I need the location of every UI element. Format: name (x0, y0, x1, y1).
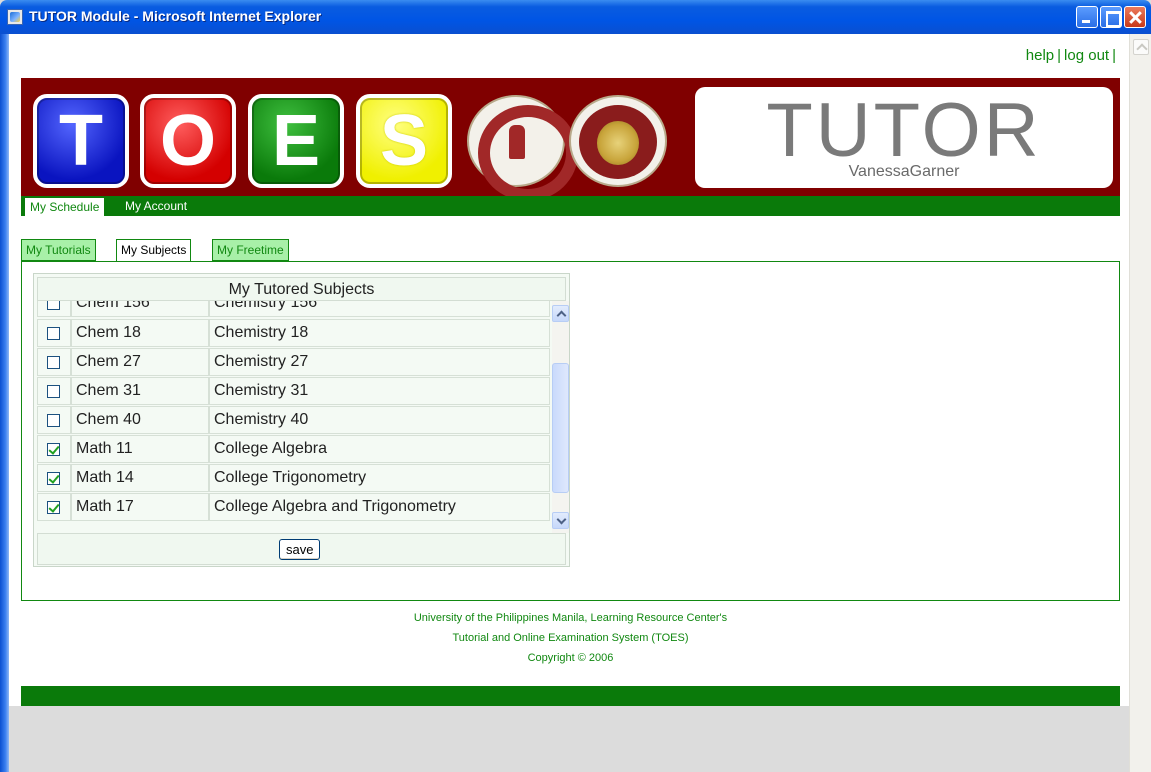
subject-checkbox[interactable] (47, 356, 60, 369)
scroll-up-arrow-icon[interactable] (1133, 39, 1149, 55)
ie-icon (7, 9, 23, 25)
subject-name: College Trigonometry (209, 464, 550, 492)
subject-name: Chemistry 31 (209, 377, 550, 405)
window-title-bar[interactable]: TUTOR Module - Microsoft Internet Explor… (0, 0, 1151, 34)
table-row: Chem 27 Chemistry 27 (37, 348, 550, 377)
logout-link[interactable]: log out (1064, 47, 1109, 64)
nav-tab-my-schedule[interactable]: My Schedule (25, 198, 105, 216)
subject-name: Chemistry 18 (209, 319, 550, 347)
top-links: help | log out | (1026, 47, 1119, 64)
checkbox-cell (37, 493, 71, 521)
logo-letter-s: S (379, 101, 429, 181)
logo-letter-e: E (271, 101, 321, 181)
subject-code: Chem 40 (71, 406, 209, 434)
checkbox-cell (37, 377, 71, 405)
subject-checkbox[interactable] (47, 327, 60, 340)
footer: University of the Philippines Manila, Le… (21, 608, 1120, 668)
table-title: My Tutored Subjects (37, 277, 566, 301)
link-separator-trailing: | (1112, 47, 1116, 64)
footer-line-1: University of the Philippines Manila, Le… (413, 612, 728, 624)
checkbox-cell (37, 348, 71, 376)
subject-code: Chem 18 (71, 319, 209, 347)
subject-checkbox[interactable] (47, 414, 60, 427)
table-row: Chem 31 Chemistry 31 (37, 377, 550, 406)
up-manila-seal (569, 95, 667, 187)
subjects-list[interactable]: Chem 156 Chemistry 156 Chem 18 Chemistry… (37, 301, 550, 533)
checkbox-cell (37, 301, 71, 317)
link-separator: | (1057, 47, 1062, 64)
footer-bar (21, 686, 1120, 706)
subject-name: Chemistry 27 (209, 348, 550, 376)
subject-name: College Algebra (209, 435, 550, 463)
subject-checkbox[interactable] (47, 443, 60, 456)
subject-code: Math 14 (71, 464, 209, 492)
close-button[interactable] (1124, 6, 1146, 28)
table-row: Math 14 College Trigonometry (37, 464, 550, 493)
subjects-scrollbar[interactable] (552, 301, 569, 533)
tutored-subjects-table: My Tutored Subjects Chem 156 Chemistry 1… (33, 273, 570, 567)
scroll-thumb[interactable] (552, 363, 569, 493)
window-title: TUTOR Module - Microsoft Internet Explor… (29, 8, 322, 24)
checkbox-cell (37, 464, 71, 492)
checkbox-cell (37, 319, 71, 347)
logo-tile-o: O (140, 94, 236, 188)
subject-checkbox[interactable] (47, 472, 60, 485)
footer-line-2: Tutorial and Online Examination System (… (452, 632, 689, 644)
logo-letter-t: T (59, 101, 103, 181)
tab-my-freetime[interactable]: My Freetime (212, 239, 289, 261)
subject-name: Chemistry 40 (209, 406, 550, 434)
module-title: TUTOR (766, 88, 1042, 173)
subject-code: Chem 156 (71, 301, 209, 317)
checkbox-cell (37, 406, 71, 434)
table-row: Math 11 College Algebra (37, 435, 550, 464)
table-row: Chem 156 Chemistry 156 (37, 301, 550, 318)
subject-code: Math 17 (71, 493, 209, 521)
save-button[interactable]: save (279, 539, 321, 560)
nav-tab-my-account[interactable]: My Account (121, 198, 191, 216)
page-bottom-area (9, 706, 1129, 772)
user-name: VanessaGarner (848, 163, 960, 180)
subject-checkbox[interactable] (47, 501, 60, 514)
table-row: Chem 18 Chemistry 18 (37, 319, 550, 348)
page-content: help | log out | T O E S TUTOR VanessaGarne… (9, 34, 1129, 772)
maximize-button[interactable] (1100, 6, 1122, 28)
learning-resource-center-seal (467, 95, 578, 201)
table-row: Math 17 College Algebra and Trigonometry (37, 493, 550, 522)
tab-my-subjects[interactable]: My Subjects (116, 239, 192, 262)
logo-tile-e: E (248, 94, 344, 188)
page-scrollbar[interactable] (1129, 34, 1151, 772)
help-link[interactable]: help (1026, 47, 1054, 64)
window-left-frame (0, 34, 9, 772)
save-bar: save (37, 533, 566, 565)
subject-name: Chemistry 156 (209, 301, 550, 317)
scroll-down-arrow-icon[interactable] (552, 512, 569, 529)
scroll-up-arrow-icon[interactable] (552, 305, 569, 322)
tab-my-tutorials[interactable]: My Tutorials (21, 239, 96, 261)
subject-code: Chem 27 (71, 348, 209, 376)
subject-code: Chem 31 (71, 377, 209, 405)
subject-checkbox[interactable] (47, 385, 60, 398)
logo-letter-o: O (159, 101, 216, 181)
minimize-button[interactable] (1076, 6, 1098, 28)
footer-copyright: Copyright © 2006 (527, 652, 614, 664)
checkbox-cell (37, 435, 71, 463)
main-nav: My Schedule My Account (21, 196, 1120, 216)
subject-name: College Algebra and Trigonometry (209, 493, 550, 521)
subject-code: Math 11 (71, 435, 209, 463)
logo-tile-t: T (33, 94, 129, 188)
module-title-box: TUTOR VanessaGarner (695, 87, 1113, 188)
subject-checkbox[interactable] (47, 301, 60, 310)
logo-tile-s: S (356, 94, 452, 188)
header-banner: T O E S TUTOR VanessaGarner (21, 78, 1120, 201)
table-row: Chem 40 Chemistry 40 (37, 406, 550, 435)
